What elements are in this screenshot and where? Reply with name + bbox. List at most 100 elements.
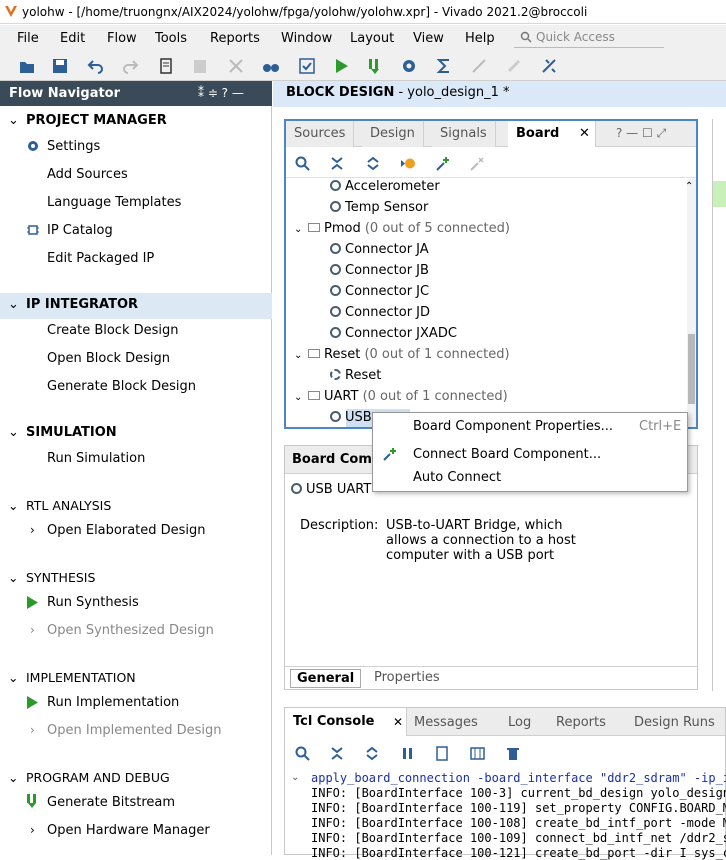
fn-generate-block-design[interactable]: Generate Block Design xyxy=(47,379,196,394)
close-icon[interactable]: ✕ xyxy=(393,715,403,729)
paste-icon xyxy=(194,60,206,73)
tree-item[interactable]: Connector JA xyxy=(330,242,429,257)
tab-tcl-console[interactable]: Tcl Console xyxy=(285,708,407,736)
search-icon[interactable] xyxy=(295,156,310,171)
board-toolbar xyxy=(286,148,696,178)
copy-icon[interactable] xyxy=(157,57,175,75)
context-menu: Board Component Properties... Ctrl+E Con… xyxy=(372,412,688,492)
panel-controls[interactable]: ⁑ ≑ ? — xyxy=(198,81,244,106)
scrollbar[interactable] xyxy=(687,179,696,427)
section-ip-integrator[interactable]: ⌄ IP INTEGRATOR xyxy=(8,297,138,312)
chevron-down-icon: ⌄ xyxy=(291,772,300,783)
menu-flow[interactable]: Flow xyxy=(107,31,137,46)
disconnect-icon[interactable] xyxy=(540,57,558,75)
fn-run-simulation[interactable]: Run Simulation xyxy=(47,451,145,466)
generate-bitstream-icon xyxy=(27,794,36,808)
tab-log[interactable]: Log xyxy=(508,715,531,730)
pin-icon xyxy=(330,243,341,254)
tab-general[interactable]: General xyxy=(290,669,362,688)
fn-settings[interactable]: Settings xyxy=(47,139,100,154)
tree-item[interactable]: Connector JD xyxy=(330,305,430,320)
run-icon[interactable] xyxy=(332,57,350,75)
collapse-all-icon[interactable] xyxy=(330,746,344,761)
menu-file[interactable]: File xyxy=(17,31,39,46)
console-line: INFO: [BoardInterface 100-119] set_prope… xyxy=(311,801,726,815)
tab-reports[interactable]: Reports xyxy=(556,715,606,730)
menu-layout[interactable]: Layout xyxy=(350,31,394,46)
tree-group[interactable]: ⌄ UART (0 out of 1 connected) xyxy=(294,389,508,404)
fn-open-elaborated-design[interactable]: Open Elaborated Design xyxy=(47,523,206,538)
gear-icon[interactable] xyxy=(400,57,418,75)
menu-item-connect-board-component[interactable]: Connect Board Component... xyxy=(413,447,601,462)
collapse-all-icon[interactable] xyxy=(330,156,344,171)
fn-language-templates[interactable]: Language Templates xyxy=(47,195,181,210)
tab-messages[interactable]: Messages xyxy=(414,715,478,730)
expand-all-icon[interactable] xyxy=(365,746,379,761)
tree-item[interactable]: Connector JC xyxy=(330,284,429,299)
scrollbar-thumb[interactable] xyxy=(688,334,695,404)
menu-window[interactable]: Window xyxy=(281,31,332,46)
reset-icon xyxy=(330,369,341,380)
section-project-manager[interactable]: ⌄ PROJECT MANAGER xyxy=(8,113,167,128)
fn-open-hardware-manager[interactable]: Open Hardware Manager xyxy=(47,823,210,838)
tab-design-runs[interactable]: Design Runs xyxy=(634,715,715,730)
binoculars-icon[interactable] xyxy=(262,57,280,75)
trash-icon[interactable] xyxy=(506,746,520,761)
fn-ip-catalog[interactable]: IP Catalog xyxy=(47,223,113,238)
tree-item[interactable]: Temp Sensor xyxy=(330,200,428,215)
menu-tools[interactable]: Tools xyxy=(155,31,187,46)
close-icon[interactable]: ✕ xyxy=(579,126,590,141)
fn-run-implementation[interactable]: Run Implementation xyxy=(47,695,179,710)
tree-item[interactable]: Connector JB xyxy=(330,263,429,278)
open-project-icon[interactable] xyxy=(18,57,36,75)
tree-item[interactable]: Reset xyxy=(330,368,381,383)
expand-all-icon[interactable] xyxy=(366,156,380,171)
generate-bitstream-icon[interactable] xyxy=(366,57,384,75)
tree-item[interactable]: Accelerometer xyxy=(330,179,440,194)
description-line: USB-to-UART Bridge, which xyxy=(386,518,563,533)
menu-reports[interactable]: Reports xyxy=(210,31,260,46)
connect-icon[interactable] xyxy=(436,156,451,171)
chevron-down-icon: ⌄ xyxy=(294,350,303,361)
fn-edit-packaged-ip[interactable]: Edit Packaged IP xyxy=(47,251,154,266)
tree-group[interactable]: ⌄ Reset (0 out of 1 connected) xyxy=(294,347,510,362)
tab-sources[interactable]: Sources xyxy=(286,121,355,147)
scroll-up-icon[interactable]: ⌃ xyxy=(685,181,693,192)
quick-access-input[interactable]: Quick Access xyxy=(514,27,664,48)
copy-icon[interactable] xyxy=(435,746,449,761)
menu-item-auto-connect[interactable]: Auto Connect xyxy=(413,470,501,485)
menu-edit[interactable]: Edit xyxy=(60,31,85,46)
section-program-debug[interactable]: ⌄ PROGRAM AND DEBUG xyxy=(8,770,170,785)
fn-open-synthesized-design: Open Synthesized Design xyxy=(47,623,214,638)
panel-window-controls[interactable]: ? — ☐ ⤢ xyxy=(616,126,666,141)
tree-item-selected[interactable]: USB xyxy=(330,410,372,425)
menu-help[interactable]: Help xyxy=(465,31,495,46)
section-simulation[interactable]: ⌄ SIMULATION xyxy=(8,425,117,440)
fn-add-sources[interactable]: Add Sources xyxy=(47,167,128,182)
description-line: allows a connection to a host xyxy=(386,533,576,548)
tab-design[interactable]: Design xyxy=(362,121,424,147)
tab-properties[interactable]: Properties xyxy=(374,670,440,685)
tree-group[interactable]: ⌄ Pmod (0 out of 5 connected) xyxy=(294,221,510,236)
tab-signals[interactable]: Signals xyxy=(432,121,496,147)
save-icon[interactable] xyxy=(51,57,69,75)
tree-item[interactable]: Connector JXADC xyxy=(330,326,457,341)
sigma-icon[interactable] xyxy=(435,57,453,75)
search-icon[interactable] xyxy=(295,746,310,761)
table-view-icon[interactable] xyxy=(470,746,485,761)
menu-view[interactable]: View xyxy=(413,31,444,46)
pause-icon[interactable] xyxy=(401,746,415,761)
fn-open-block-design[interactable]: Open Block Design xyxy=(47,351,170,366)
chevron-right-icon: › xyxy=(30,723,35,737)
validate-icon[interactable] xyxy=(298,57,316,75)
debug-icon xyxy=(472,59,486,73)
menu-item-board-component-properties[interactable]: Board Component Properties... xyxy=(413,419,613,434)
fn-create-block-design[interactable]: Create Block Design xyxy=(47,323,179,338)
undo-icon[interactable] xyxy=(87,57,105,75)
section-implementation[interactable]: ⌄ IMPLEMENTATION xyxy=(8,670,136,685)
fn-generate-bitstream[interactable]: Generate Bitstream xyxy=(47,795,175,810)
auto-connect-icon[interactable] xyxy=(400,156,416,171)
section-rtl-analysis[interactable]: ⌄ RTL ANALYSIS xyxy=(8,498,111,513)
section-synthesis[interactable]: ⌄ SYNTHESIS xyxy=(8,570,95,585)
fn-run-synthesis[interactable]: Run Synthesis xyxy=(47,595,139,610)
